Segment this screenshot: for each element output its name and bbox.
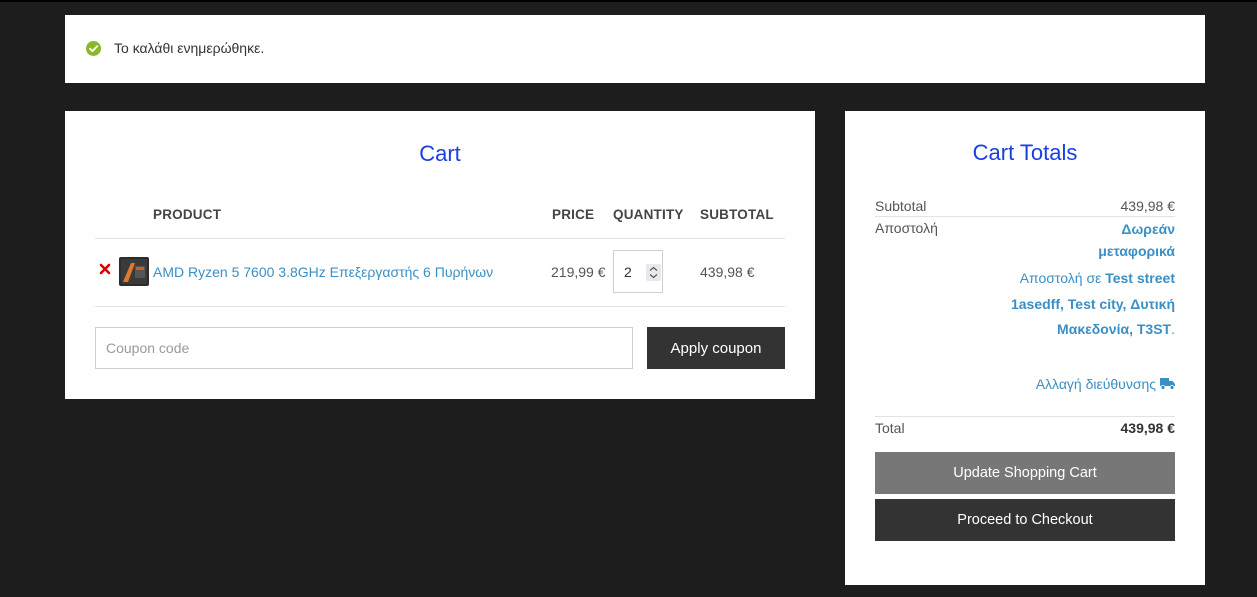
shipping-label: Αποστολή [875, 220, 938, 236]
shipping-destination-suffix: . [1171, 321, 1175, 337]
update-shopping-cart-button[interactable]: Update Shopping Cart [875, 452, 1175, 494]
subtotal-value: 439,98 € [1120, 198, 1176, 214]
subtotal-label: Subtotal [875, 198, 927, 214]
cart-totals-title: Cart Totals [972, 140, 1078, 165]
quantity-value[interactable]: 2 [624, 264, 632, 280]
column-header-quantity: QUANTITY [613, 207, 684, 222]
column-header-subtotal: SUBTOTAL [700, 207, 774, 222]
shipping-destination: Αποστολή σε Test street 1asedff, Test ci… [1005, 266, 1175, 343]
header-divider [95, 238, 785, 239]
shipping-divider [875, 416, 1175, 417]
proceed-to-checkout-button[interactable]: Proceed to Checkout [875, 499, 1175, 541]
subtotal-divider [875, 216, 1175, 217]
product-subtotal: 439,98 € [700, 264, 755, 280]
remove-item-icon[interactable] [99, 263, 111, 275]
quantity-spinner-icon[interactable] [646, 264, 661, 281]
coupon-code-input[interactable] [95, 327, 633, 369]
product-thumbnail[interactable] [118, 256, 150, 287]
column-header-product: PRODUCT [153, 207, 222, 222]
cart-updated-notice: Το καλάθι ενημερώθηκε. [65, 15, 1205, 83]
shipping-method: Δωρεάν μεταφορικά [1098, 221, 1175, 259]
total-value: 439,98 € [1120, 420, 1176, 436]
change-address-label[interactable]: Αλλαγή διεύθυνσης [1036, 376, 1156, 392]
cart-totals-panel: Cart Totals Subtotal 439,98 € Αποστολή Δ… [845, 111, 1205, 585]
apply-coupon-button[interactable]: Apply coupon [647, 327, 785, 369]
quantity-stepper[interactable]: 2 [613, 250, 663, 293]
total-label: Total [875, 420, 905, 436]
product-name-link[interactable]: AMD Ryzen 5 7600 3.8GHz Επεξεργαστής 6 Π… [153, 264, 493, 280]
row-divider [95, 306, 785, 307]
cart-panel: Cart PRODUCT PRICE QUANTITY SUBTOTAL AMD… [65, 111, 815, 399]
truck-icon [1160, 378, 1175, 390]
notice-message: Το καλάθι ενημερώθηκε. [114, 40, 265, 56]
check-circle-icon [86, 41, 101, 56]
cart-title: Cart [419, 141, 461, 166]
product-price: 219,99 € [551, 264, 606, 280]
top-border [0, 0, 1257, 2]
shipping-destination-prefix: Αποστολή σε [1019, 270, 1102, 286]
column-header-price: PRICE [552, 207, 595, 222]
change-address-link[interactable]: Αλλαγή διεύθυνσης [1035, 374, 1175, 395]
